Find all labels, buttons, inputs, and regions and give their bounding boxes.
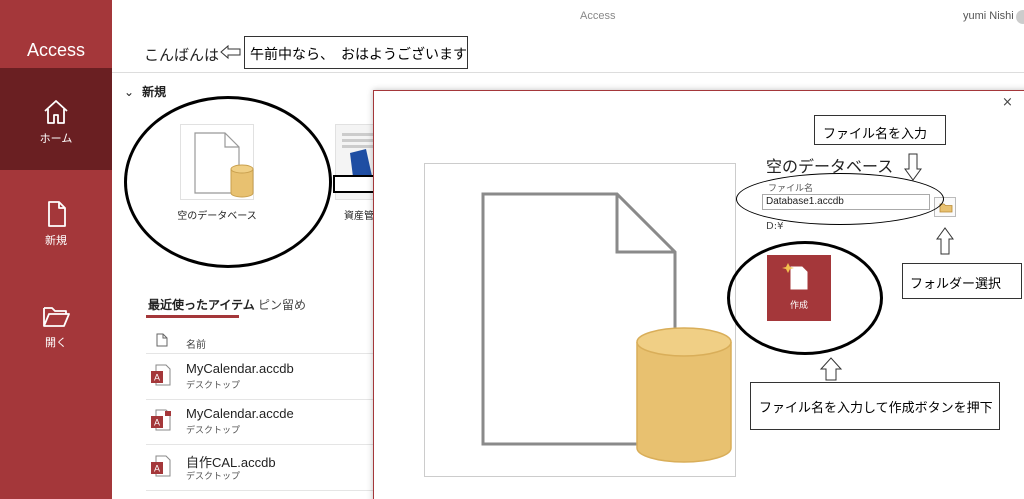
sidebar-item-label: 新規 — [45, 234, 67, 247]
file-name: MyCalendar.accde — [186, 406, 294, 421]
sidebar-item-new[interactable]: 新規 — [0, 170, 112, 272]
svg-text:A: A — [154, 464, 160, 474]
svg-text:A: A — [154, 418, 160, 428]
tab-pinned[interactable]: ピン留め — [258, 296, 306, 313]
sidebar-item-home[interactable]: ホーム — [0, 68, 112, 170]
template-label: 資産管 — [344, 211, 374, 222]
annotation-select-folder: フォルダー選択 — [902, 263, 1022, 299]
access-file-icon: A — [151, 364, 171, 386]
avatar[interactable] — [1016, 10, 1024, 24]
access-locked-file-icon: A — [151, 409, 171, 431]
close-icon[interactable]: × — [1002, 95, 1013, 110]
greeting-text: こんばんは — [144, 46, 220, 64]
column-header-name[interactable]: 名前 — [186, 336, 206, 351]
list-item[interactable]: A MyCalendar.accde デスクトップ — [146, 406, 376, 452]
list-item[interactable]: A MyCalendar.accdb デスクトップ — [146, 361, 376, 407]
arrow-up-icon — [936, 227, 954, 255]
file-location: デスクトップ — [186, 472, 241, 482]
new-database-dialog: × 空のデータベース ファイル名 Database1.accdb D:¥ 作成 — [373, 90, 1024, 499]
arrow-down-icon — [904, 153, 922, 181]
annotation-enter-filename: ファイル名を入力 — [814, 115, 946, 145]
highlight-circle — [727, 241, 883, 355]
user-name[interactable]: yumi Nishi — [963, 10, 1014, 22]
file-name: MyCalendar.accdb — [186, 361, 294, 376]
home-icon — [44, 100, 68, 124]
access-file-icon: A — [151, 455, 171, 477]
highlight-ellipse — [736, 173, 944, 225]
folder-open-icon — [43, 307, 70, 327]
divider — [112, 72, 1024, 73]
chevron-down-icon: ⌄ — [124, 85, 135, 99]
file-location: デスクトップ — [186, 426, 241, 436]
divider — [146, 353, 376, 354]
sidebar-item-open[interactable]: 開く — [0, 272, 112, 374]
arrow-up-icon — [819, 357, 843, 381]
arrow-left-icon — [220, 44, 241, 60]
new-section-header[interactable]: ⌄ 新規 — [124, 83, 166, 100]
annotation-enter-and-create: ファイル名を入力して作成ボタンを押下 — [750, 382, 1000, 430]
divider — [146, 444, 376, 445]
new-section-title: 新規 — [142, 85, 167, 99]
access-backstage: Access ホーム 新規 開く Access yumi Nishi こんばんは… — [0, 0, 1024, 499]
svg-text:A: A — [154, 373, 160, 383]
sidebar: Access ホーム 新規 開く — [0, 0, 112, 499]
divider — [146, 490, 376, 491]
divider — [146, 399, 376, 400]
sidebar-item-label: 開く — [45, 336, 67, 349]
save-path: D:¥ — [766, 221, 784, 232]
active-tab-indicator — [146, 315, 239, 318]
greeting-annotation: 午前中なら、 おはようございます — [244, 36, 468, 69]
blank-database-icon — [481, 192, 732, 463]
window-title: Access — [580, 10, 616, 22]
sidebar-item-label: ホーム — [39, 132, 73, 145]
new-file-icon — [48, 201, 66, 227]
tab-recent[interactable]: 最近使ったアイテム — [148, 296, 255, 313]
file-column-icon — [156, 333, 168, 347]
file-location: デスクトップ — [186, 381, 241, 391]
database-preview — [424, 163, 736, 477]
list-item[interactable]: A 自作CAL.accdb デスクトップ — [146, 452, 376, 498]
sidebar-app-title: Access — [26, 40, 86, 60]
highlight-circle — [124, 96, 332, 268]
